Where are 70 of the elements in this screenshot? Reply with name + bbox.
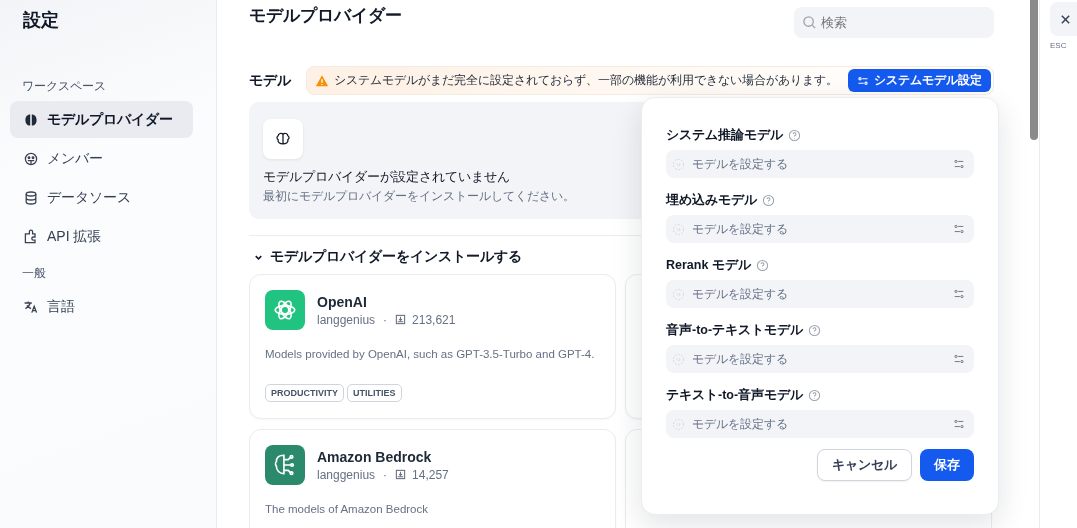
page-title: モデルプロバイダー xyxy=(249,4,402,27)
model-select[interactable]: モデルを設定する xyxy=(666,410,974,438)
help-icon xyxy=(762,193,775,207)
dashed-circle-icon xyxy=(672,287,685,301)
scrollbar-thumb[interactable] xyxy=(1030,0,1038,140)
dashed-circle-icon xyxy=(672,417,685,431)
download-icon xyxy=(395,314,407,325)
provider-description: The models of Amazon Bedrock xyxy=(265,503,429,517)
separator-dot: · xyxy=(383,312,388,327)
dashed-circle-icon xyxy=(672,352,685,366)
dashed-circle-icon xyxy=(672,222,685,236)
close-icon xyxy=(1060,13,1071,25)
section-label: モデル xyxy=(249,71,291,90)
install-count: 213,621 xyxy=(412,312,456,327)
field-label: システム推論モデル xyxy=(666,126,783,144)
model-select[interactable]: モデルを設定する xyxy=(666,215,974,243)
sidebar-item[interactable]: メンバー xyxy=(10,140,193,177)
save-button[interactable]: 保存 xyxy=(920,449,974,481)
provider-author: langgenius xyxy=(317,467,376,482)
sliders-icon xyxy=(857,74,869,87)
model-select[interactable]: モデルを設定する xyxy=(666,150,974,178)
sliders-icon xyxy=(953,288,965,300)
empty-subtitle: 最初にモデルプロバイダーをインストールしてください。 xyxy=(263,189,575,204)
warning-text: システムモデルがまだ完全に設定されておらず、一部の機能が利用できない場合があります。 xyxy=(334,73,838,88)
help-icon xyxy=(808,323,822,337)
tag: PRODUCTIVITY xyxy=(265,384,344,402)
field-label: Rerank モデル xyxy=(666,256,751,274)
field-label: テキスト-to-音声モデル xyxy=(666,386,804,404)
provider-name: OpenAI xyxy=(317,293,368,310)
sliders-icon xyxy=(953,158,965,170)
provider-card[interactable]: OpenAI langgenius · 213,621 Models provided by OpenAI, such as GPT-3.5-Turbo and GPT-4. PRODUCTIVITY UTILITIES xyxy=(249,274,616,419)
field-label: 埋め込みモデル xyxy=(666,191,757,209)
install-count: 14,257 xyxy=(412,467,449,482)
help-icon xyxy=(808,388,822,402)
settings-title: 設定 xyxy=(22,9,60,32)
provider-author: langgenius xyxy=(317,312,376,327)
field-label: 音声-to-テキストモデル xyxy=(666,321,804,339)
brain-icon xyxy=(275,131,291,147)
provider-name: Amazon Bedrock xyxy=(317,448,433,465)
sidebar-item[interactable]: データソース xyxy=(10,179,193,216)
sliders-icon xyxy=(953,353,965,365)
sliders-icon xyxy=(953,223,965,235)
translate-icon xyxy=(23,298,39,315)
provider-card[interactable]: Amazon Bedrock langgenius · 14,257 The models of Amazon Bedrock xyxy=(249,429,616,528)
model-select[interactable]: モデルを設定する xyxy=(666,280,974,308)
close-button[interactable] xyxy=(1050,2,1077,36)
sidebar-item[interactable]: モデルプロバイダー xyxy=(10,101,193,138)
face-icon xyxy=(23,150,39,167)
search-field[interactable]: 検索 xyxy=(794,6,994,38)
sidebar-item[interactable]: API 拡張 xyxy=(10,218,193,255)
help-icon xyxy=(788,128,801,142)
tag: UTILITIES xyxy=(347,384,402,402)
download-icon xyxy=(395,469,407,480)
esc-hint: ESC xyxy=(1050,41,1068,50)
provider-description: Models provided by OpenAI, such as GPT-3.5-Turbo and GPT-4. xyxy=(265,348,596,362)
system-model-button[interactable]: システムモデル設定 xyxy=(848,69,991,92)
separator-dot: · xyxy=(383,467,388,482)
sliders-icon xyxy=(953,418,965,430)
sidebar-item[interactable]: 言語 xyxy=(10,288,193,325)
group-label: 一般 xyxy=(21,265,47,282)
empty-title: モデルプロバイダーが設定されていません xyxy=(263,168,510,186)
cancel-button[interactable]: キャンセル xyxy=(817,449,912,481)
model-select[interactable]: モデルを設定する xyxy=(666,345,974,373)
dashed-circle-icon xyxy=(672,157,685,171)
search-icon xyxy=(802,14,817,30)
puzzle-icon xyxy=(23,228,39,245)
warning-icon xyxy=(315,73,329,88)
help-icon xyxy=(755,258,769,272)
group-label: ワークスペース xyxy=(21,78,107,95)
database-icon xyxy=(23,189,39,206)
